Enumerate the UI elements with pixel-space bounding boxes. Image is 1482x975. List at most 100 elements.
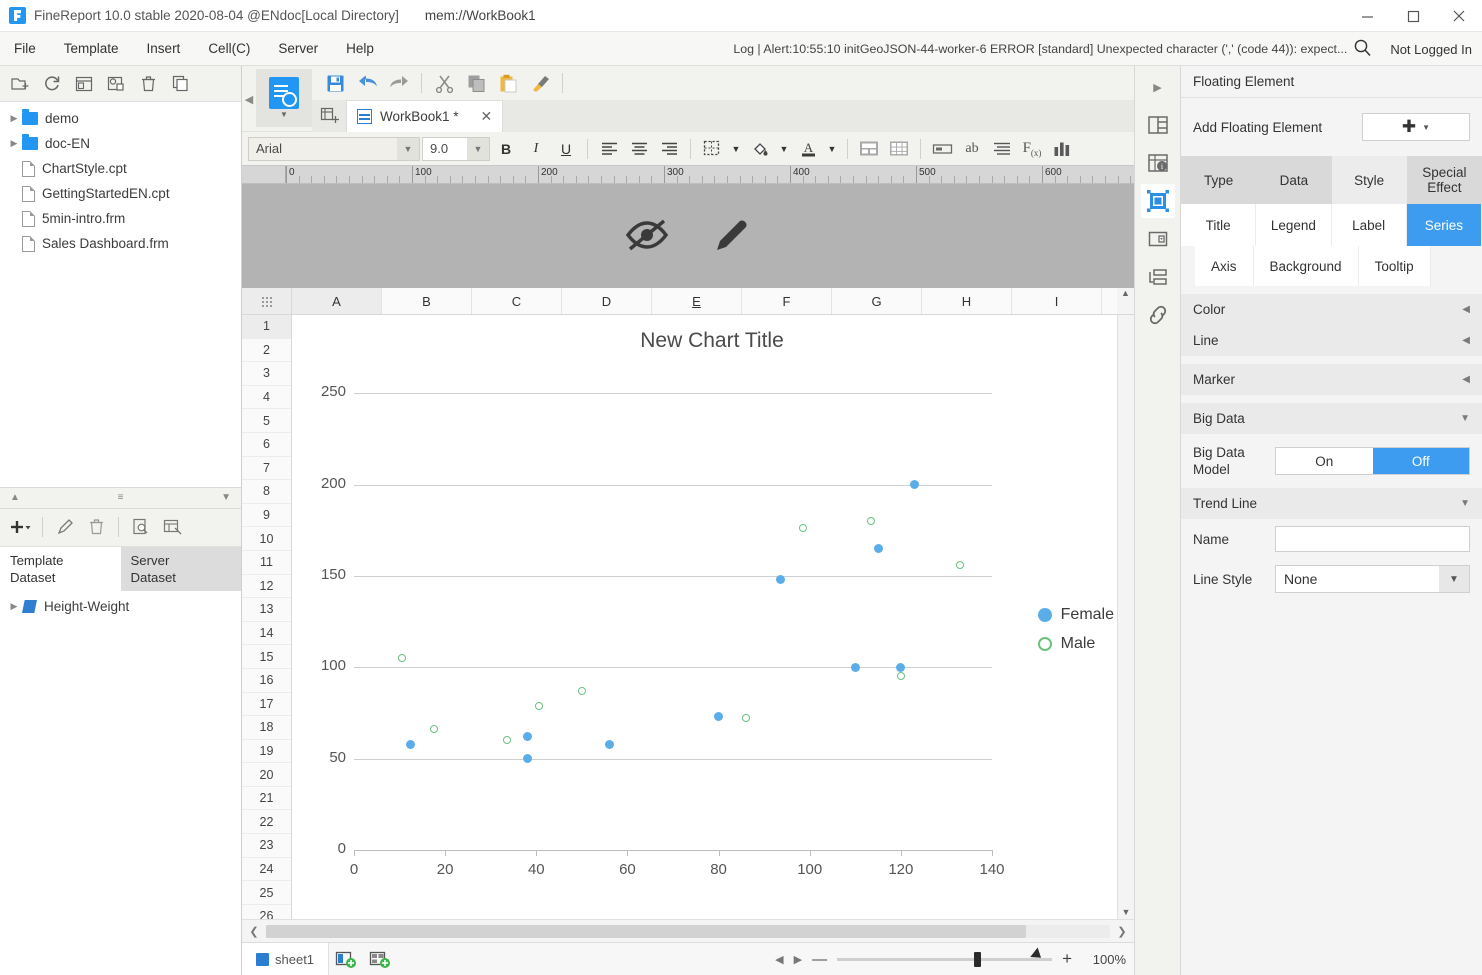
preview-button[interactable]: ▼ <box>256 69 312 127</box>
row-header-23[interactable]: 23 <box>242 834 291 858</box>
chart-point-male-4[interactable] <box>577 687 586 696</box>
tab-type[interactable]: Type <box>1181 156 1257 204</box>
align-center-icon[interactable] <box>625 136 653 162</box>
row-header-14[interactable]: 14 <box>242 622 291 646</box>
column-header-f[interactable]: F <box>742 288 832 314</box>
section-marker[interactable]: Marker ◀ <box>1181 364 1482 395</box>
settings-icon[interactable] <box>102 71 130 97</box>
close-icon[interactable]: ✕ <box>481 108 493 125</box>
row-header-18[interactable]: 18 <box>242 716 291 740</box>
scatter-chart[interactable]: New Chart Title 0 50 100 150 200 250 0 20 40 60 80… <box>292 315 1117 915</box>
chevron-down-icon[interactable]: ▼ <box>728 136 744 162</box>
scroll-up-arrow[interactable]: ▲ <box>1117 288 1134 314</box>
tree-item-doc-en[interactable]: ▶ doc-EN <box>0 131 241 156</box>
row-header-19[interactable]: 19 <box>242 740 291 764</box>
edit-pencil-icon[interactable] <box>712 215 752 258</box>
font-color-icon[interactable]: A <box>794 136 822 162</box>
hide-icon[interactable] <box>624 216 670 257</box>
tab-template-dataset[interactable]: Template Dataset <box>0 546 121 591</box>
conditional-attributes-icon[interactable] <box>1141 260 1175 294</box>
tree-item-demo[interactable]: ▶ demo <box>0 106 241 131</box>
section-big-data[interactable]: Big Data ▼ <box>1181 403 1482 434</box>
select-all-corner[interactable] <box>242 288 292 314</box>
next-sheet-arrow[interactable]: ▶ <box>794 953 802 966</box>
widget-settings-icon[interactable] <box>1141 222 1175 256</box>
section-line[interactable]: Line ◀ <box>1181 325 1482 356</box>
big-data-model-toggle[interactable]: On Off <box>1275 447 1470 475</box>
column-header-h[interactable]: H <box>922 288 1012 314</box>
chart-point-male-5[interactable] <box>741 714 750 723</box>
row-header-8[interactable]: 8 <box>242 480 291 504</box>
prev-sheet-arrow[interactable]: ◀ <box>775 953 783 966</box>
chart-legend[interactable]: Female Male <box>1037 600 1114 658</box>
chevron-down-icon[interactable]: ▼ <box>776 136 792 162</box>
add-dataset-icon[interactable] <box>6 514 34 540</box>
log-alert-text[interactable]: Log | Alert:10:55:10 initGeoJSON-44-work… <box>733 42 1347 56</box>
column-header-d[interactable]: D <box>562 288 652 314</box>
redo-icon[interactable] <box>384 69 414 97</box>
preview-dataset-icon[interactable] <box>127 514 155 540</box>
chart-point-male-2[interactable] <box>502 736 511 745</box>
add-sheet-icon[interactable] <box>312 100 346 132</box>
chevron-left-icon[interactable]: ◀ <box>1462 304 1470 315</box>
close-button[interactable] <box>1436 0 1482 32</box>
undo-icon[interactable] <box>352 69 382 97</box>
row-header-16[interactable]: 16 <box>242 669 291 693</box>
fill-color-icon[interactable] <box>746 136 774 162</box>
chart-point-female-8[interactable] <box>896 662 906 672</box>
vertical-scroll-thumb[interactable] <box>1120 321 1132 903</box>
column-header-b[interactable]: B <box>382 288 472 314</box>
trend-line-style-select[interactable]: None ▼ <box>1275 565 1470 593</box>
border-icon[interactable] <box>698 136 726 162</box>
collapse-left-icon[interactable]: ◀ <box>242 66 256 132</box>
paragraph-icon[interactable] <box>988 136 1016 162</box>
copy-icon[interactable] <box>461 69 491 97</box>
row-header-17[interactable]: 17 <box>242 693 291 717</box>
tab-legend[interactable]: Legend <box>1256 204 1332 246</box>
vertical-scrollbar[interactable]: ▼ <box>1117 315 1134 919</box>
chevron-down-icon[interactable]: ▼ <box>1460 498 1470 509</box>
chevron-down-icon[interactable]: ▼ <box>824 136 840 162</box>
cell-element-icon[interactable]: i <box>1141 146 1175 180</box>
big-data-off-option[interactable]: Off <box>1372 448 1469 474</box>
row-header-6[interactable]: 6 <box>242 433 291 457</box>
row-header-25[interactable]: 25 <box>242 881 291 905</box>
chart-point-female-6[interactable] <box>850 662 860 672</box>
tab-server-dataset[interactable]: Server Dataset <box>120 546 241 591</box>
tab-series[interactable]: Series <box>1406 204 1482 246</box>
tab-axis[interactable]: Axis <box>1195 246 1254 286</box>
menu-file[interactable]: File <box>0 32 50 66</box>
tree-item-5min-intro[interactable]: 5min-intro.frm <box>0 206 241 231</box>
chart-point-female-4[interactable] <box>714 712 724 722</box>
panel-splitter[interactable]: ▲ ≡ ▼ <box>0 486 241 509</box>
chart-point-male-0[interactable] <box>397 654 406 663</box>
chevron-down-icon[interactable]: ▼ <box>1422 123 1430 132</box>
chevron-down-icon[interactable]: ▼ <box>397 137 419 160</box>
chart-point-female-0[interactable] <box>406 739 416 749</box>
chevron-down-icon[interactable]: ▼ <box>1460 413 1470 424</box>
row-header-26[interactable]: 26 <box>242 905 291 919</box>
menu-server[interactable]: Server <box>264 32 332 66</box>
row-header-10[interactable]: 10 <box>242 527 291 551</box>
section-color[interactable]: Color ◀ <box>1181 294 1482 325</box>
column-header-a[interactable]: A <box>292 288 382 314</box>
zoom-slider[interactable] <box>837 951 1053 967</box>
collapse-up-icon[interactable]: ▲ <box>10 492 20 503</box>
chart-point-male-1[interactable] <box>429 725 438 734</box>
bold-button[interactable]: B <box>492 136 520 162</box>
chart-point-female-9[interactable] <box>910 480 920 490</box>
tree-item-sales-dashboard[interactable]: Sales Dashboard.frm <box>0 231 241 256</box>
tab-title[interactable]: Title <box>1181 204 1257 246</box>
collapse-down-icon[interactable]: ▼ <box>221 492 231 503</box>
report-icon[interactable] <box>70 71 98 97</box>
new-folder-icon[interactable] <box>6 71 34 97</box>
chart-point-male-7[interactable] <box>867 517 876 526</box>
font-size-select[interactable]: 9.0 ▼ <box>422 136 490 161</box>
row-header-7[interactable]: 7 <box>242 457 291 481</box>
tab-background[interactable]: Background <box>1253 246 1359 286</box>
delete-dataset-icon[interactable] <box>82 514 110 540</box>
floating-element-icon[interactable] <box>1140 184 1175 218</box>
italic-button[interactable]: I <box>522 136 550 162</box>
big-data-on-option[interactable]: On <box>1276 448 1373 474</box>
merge-cells-icon[interactable] <box>855 136 883 162</box>
